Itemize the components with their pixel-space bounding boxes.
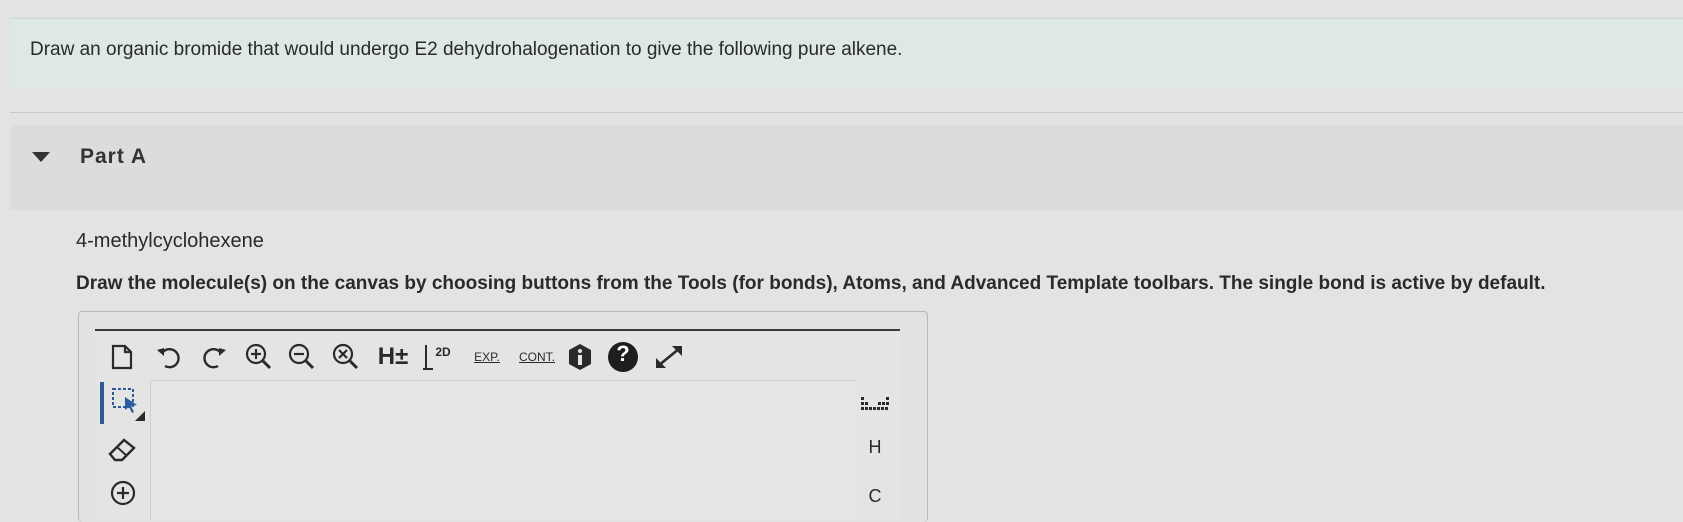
atom-button-h[interactable]: H xyxy=(855,427,895,467)
info-icon[interactable] xyxy=(563,338,597,376)
zoom-out-icon[interactable] xyxy=(285,338,319,376)
help-button[interactable]: ? xyxy=(605,338,641,376)
help-label: ? xyxy=(616,341,630,366)
expand-button[interactable]: EXP. xyxy=(465,338,509,376)
undo-icon[interactable] xyxy=(152,338,186,376)
fullscreen-icon[interactable] xyxy=(650,338,688,376)
question-banner: Draw an organic bromide that would under… xyxy=(10,18,1683,89)
clean-2d-icon xyxy=(423,345,434,370)
expand-label: EXP. xyxy=(474,350,500,364)
question-text: Draw an organic bromide that would under… xyxy=(30,39,903,60)
new-document-icon[interactable] xyxy=(105,338,139,376)
contract-button[interactable]: CONT. xyxy=(515,338,559,376)
drawing-instructions: Draw the molecule(s) on the canvas by ch… xyxy=(76,273,1546,294)
eraser-icon[interactable] xyxy=(100,428,146,470)
atom-button-c[interactable]: C xyxy=(855,476,895,516)
toggle-hydrogens-button[interactable]: H± xyxy=(373,338,413,376)
add-charge-icon[interactable] xyxy=(100,472,146,514)
selection-tool-icon[interactable] xyxy=(100,382,150,424)
periodic-table-icon[interactable] xyxy=(855,385,895,425)
zoom-in-icon[interactable] xyxy=(242,338,276,376)
contract-label: CONT. xyxy=(519,350,555,364)
section-divider xyxy=(10,112,1683,113)
clean-2d-button[interactable]: 2D xyxy=(418,338,456,376)
clean-2d-label: 2D xyxy=(435,345,451,359)
redo-icon[interactable] xyxy=(197,338,231,376)
part-a-header[interactable]: Part A xyxy=(10,125,1683,210)
collapse-caret-icon[interactable] xyxy=(32,152,50,162)
part-a-label: Part A xyxy=(80,145,148,168)
compound-name: 4-methylcyclohexene xyxy=(76,230,264,252)
zoom-reset-icon[interactable] xyxy=(329,338,363,376)
drawing-canvas[interactable] xyxy=(150,380,856,521)
